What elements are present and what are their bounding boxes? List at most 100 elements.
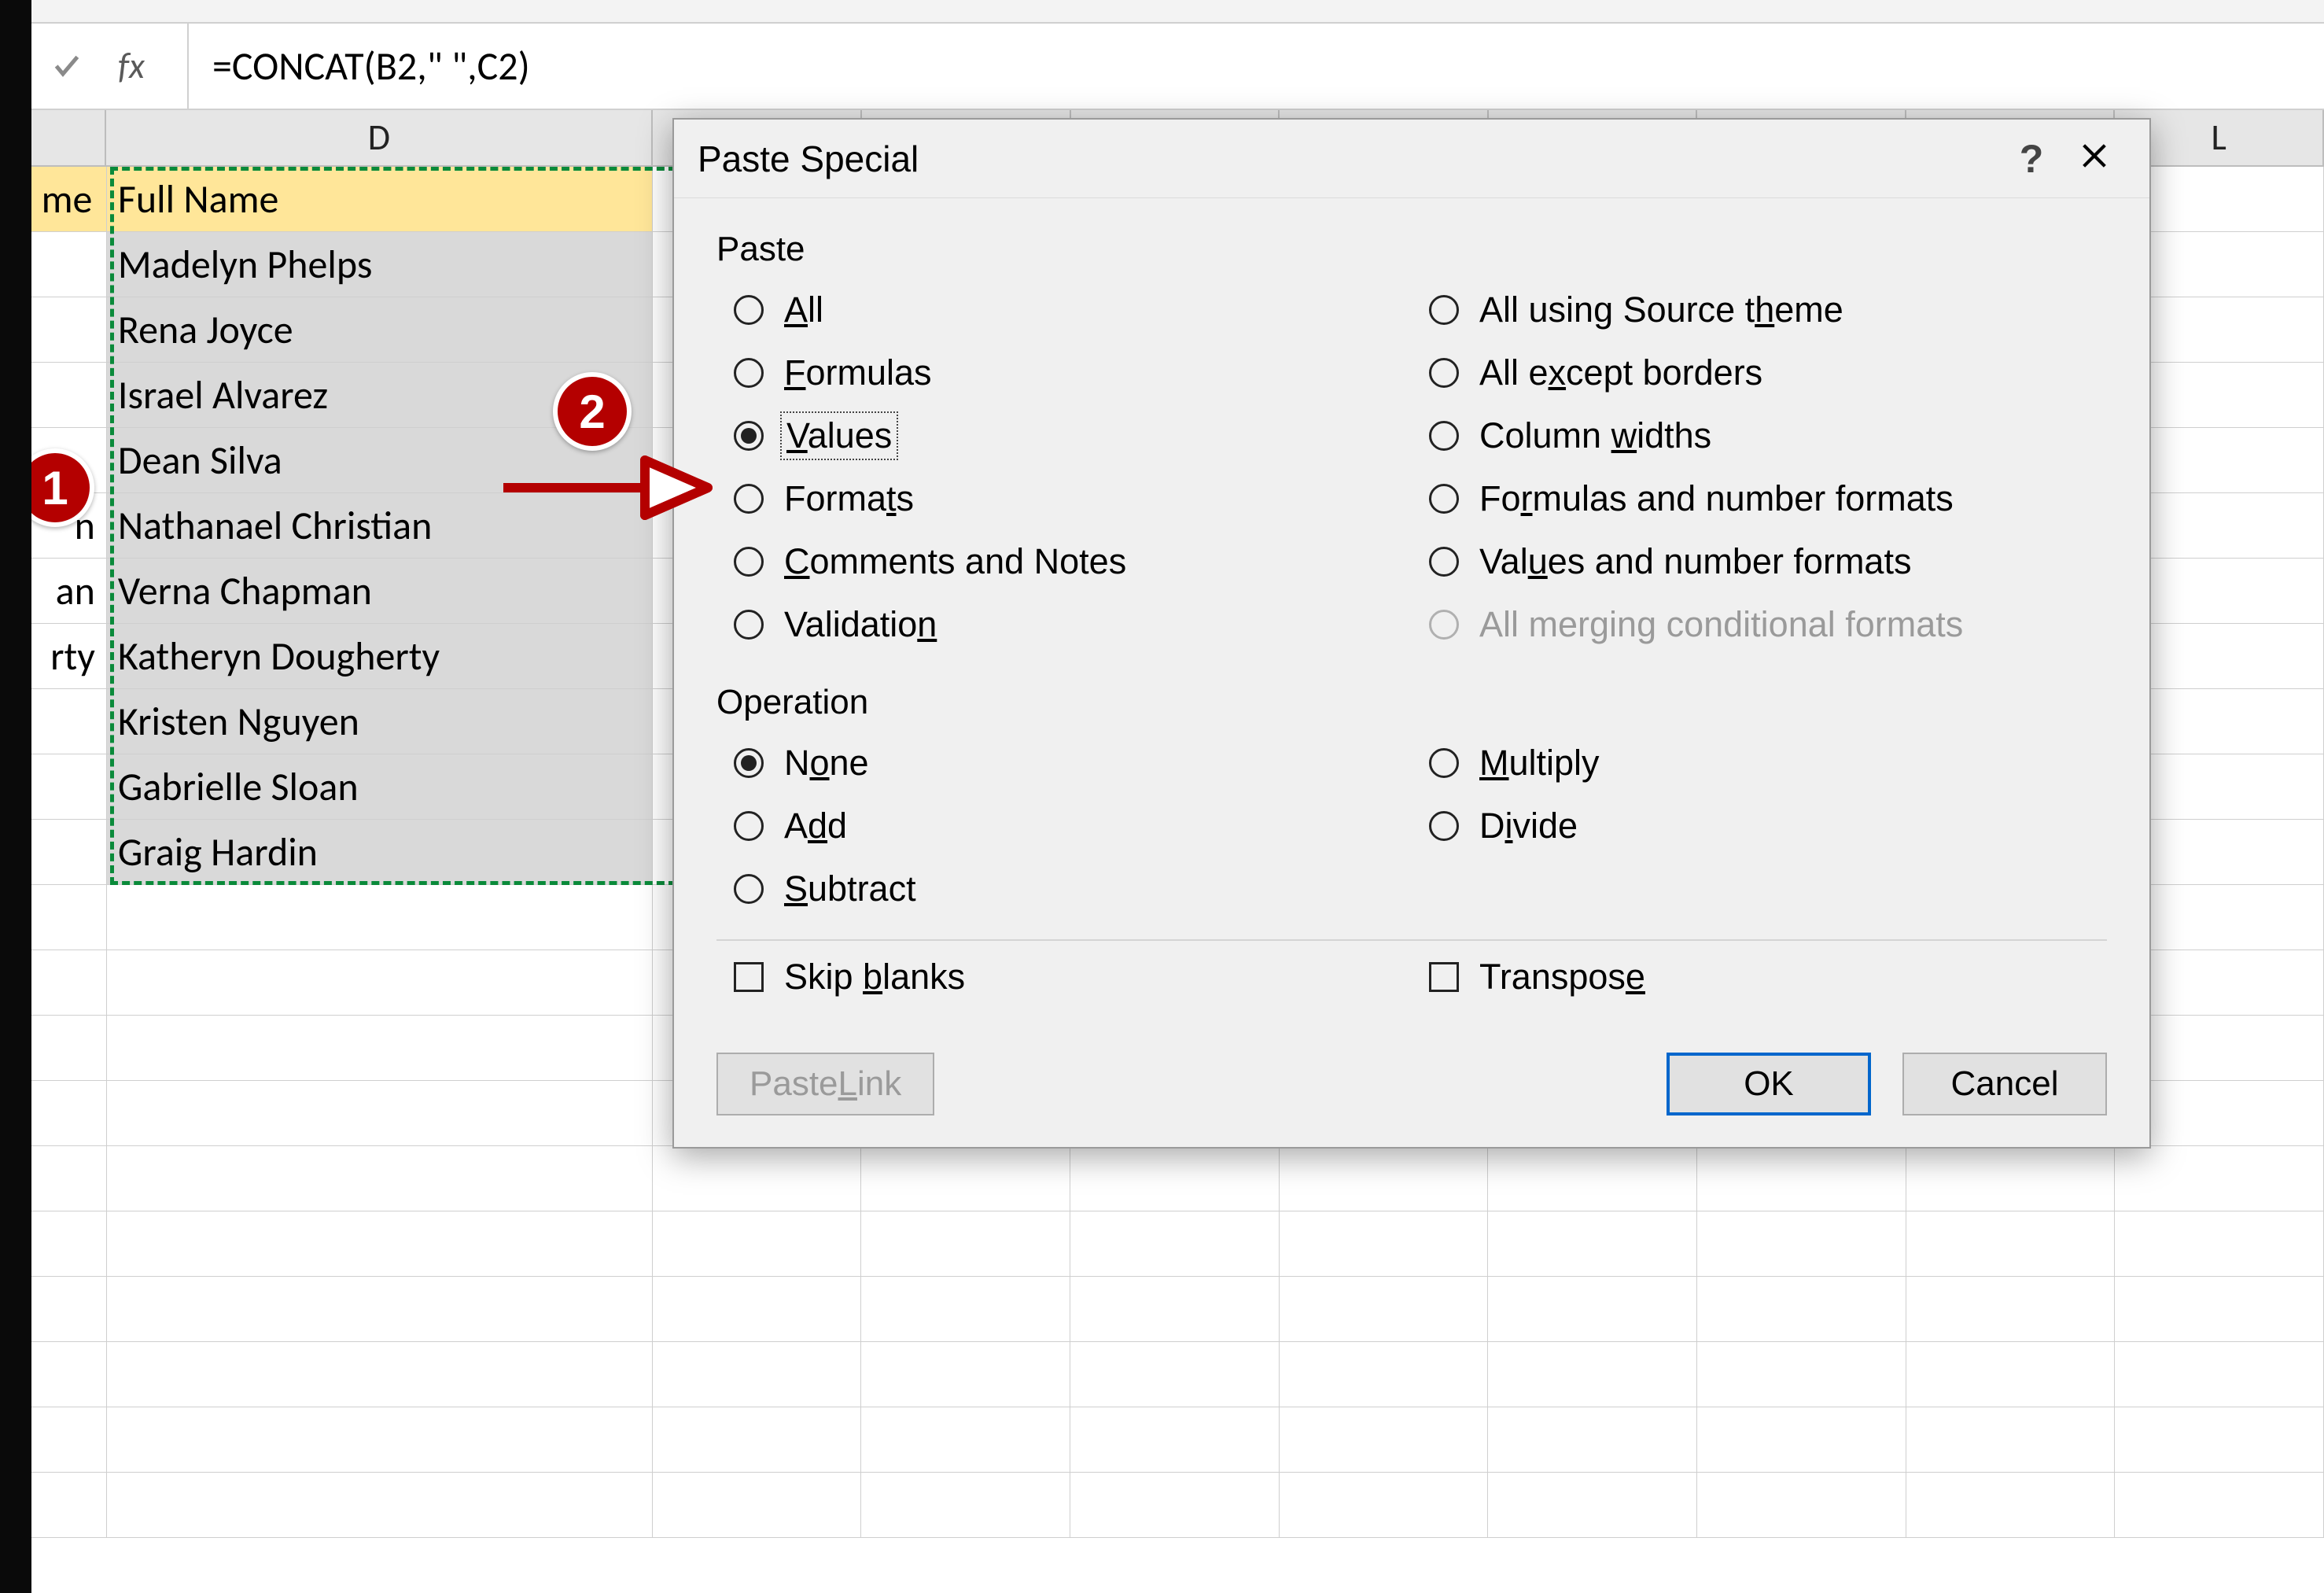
cell[interactable]: [1070, 1146, 1280, 1211]
cell[interactable]: [31, 1081, 107, 1145]
cell[interactable]: [31, 1342, 107, 1407]
cell[interactable]: [31, 950, 107, 1015]
cell[interactable]: [1280, 1342, 1489, 1407]
cell[interactable]: [1906, 1211, 2116, 1276]
cell[interactable]: [2115, 1407, 2324, 1472]
help-button[interactable]: ?: [2000, 136, 2063, 182]
cell[interactable]: [2115, 1146, 2324, 1211]
cell[interactable]: [107, 1277, 653, 1341]
cell[interactable]: [107, 1473, 653, 1537]
cell[interactable]: [31, 885, 107, 950]
column-header-c-fragment[interactable]: [31, 110, 107, 165]
cell-c-fragment[interactable]: [31, 754, 107, 819]
cell[interactable]: [653, 1277, 862, 1341]
cell-d[interactable]: Rena Joyce: [107, 297, 653, 362]
cell[interactable]: [1906, 1473, 2116, 1537]
radio-comments[interactable]: Comments and Notes: [734, 541, 1412, 582]
cell-d[interactable]: Madelyn Phelps: [107, 232, 653, 297]
cell[interactable]: [107, 885, 653, 950]
radio-all[interactable]: All: [734, 289, 1412, 330]
cell[interactable]: [1070, 1342, 1280, 1407]
radio-add[interactable]: Add: [734, 806, 1412, 846]
cell[interactable]: [1070, 1473, 1280, 1537]
cell[interactable]: [1488, 1277, 1697, 1341]
cell[interactable]: [1906, 1342, 2116, 1407]
cell[interactable]: [653, 1211, 862, 1276]
cell-c-fragment[interactable]: [31, 297, 107, 362]
cell-c-fragment[interactable]: an: [31, 559, 107, 623]
cell[interactable]: [1697, 1473, 1906, 1537]
cell[interactable]: [861, 1211, 1070, 1276]
cell[interactable]: [107, 1342, 653, 1407]
cell[interactable]: [1697, 1342, 1906, 1407]
cell[interactable]: [1697, 1407, 1906, 1472]
dialog-titlebar[interactable]: Paste Special ?: [674, 120, 2149, 198]
radio-except-borders[interactable]: All except borders: [1429, 352, 2107, 393]
transpose-checkbox[interactable]: Transpose: [1429, 957, 2107, 997]
cell[interactable]: [861, 1407, 1070, 1472]
cell-c-fragment[interactable]: [31, 820, 107, 884]
cell-c-fragment[interactable]: [31, 232, 107, 297]
cell[interactable]: [861, 1473, 1070, 1537]
radio-formulas-num[interactable]: Formulas and number formats: [1429, 478, 2107, 519]
cell[interactable]: [31, 1146, 107, 1211]
radio-values[interactable]: Values: [734, 415, 1412, 456]
cell[interactable]: [31, 1473, 107, 1537]
cell-d[interactable]: Graig Hardin: [107, 820, 653, 884]
close-button[interactable]: [2063, 138, 2126, 180]
cell-d[interactable]: Gabrielle Sloan: [107, 754, 653, 819]
cell-c-fragment[interactable]: [31, 363, 107, 427]
cell[interactable]: [1488, 1473, 1697, 1537]
cell[interactable]: [1488, 1211, 1697, 1276]
cell[interactable]: [107, 1016, 653, 1080]
cancel-button[interactable]: Cancel: [1902, 1053, 2107, 1115]
cell[interactable]: [1488, 1146, 1697, 1211]
cell[interactable]: [1280, 1473, 1489, 1537]
cell[interactable]: [31, 1407, 107, 1472]
radio-multiply[interactable]: Multiply: [1429, 743, 2107, 784]
cell[interactable]: [1070, 1211, 1280, 1276]
cell[interactable]: [861, 1146, 1070, 1211]
cell[interactable]: [653, 1342, 862, 1407]
radio-col-widths[interactable]: Column widths: [1429, 415, 2107, 456]
cell[interactable]: [1280, 1211, 1489, 1276]
cell[interactable]: [1070, 1407, 1280, 1472]
cell[interactable]: [861, 1342, 1070, 1407]
radio-source-theme[interactable]: All using Source theme: [1429, 289, 2107, 330]
cell[interactable]: [31, 1016, 107, 1080]
cell[interactable]: [2115, 1277, 2324, 1341]
cell[interactable]: [653, 1473, 862, 1537]
cell[interactable]: [1488, 1342, 1697, 1407]
cell[interactable]: [1906, 1146, 2116, 1211]
cell-d[interactable]: Kristen Nguyen: [107, 689, 653, 754]
formula-accept-icon[interactable]: [31, 50, 102, 82]
cell[interactable]: [653, 1407, 862, 1472]
cell[interactable]: [2115, 1342, 2324, 1407]
cell[interactable]: [1280, 1277, 1489, 1341]
cell-d[interactable]: Katheryn Dougherty: [107, 624, 653, 688]
cell[interactable]: [1906, 1277, 2116, 1341]
cell[interactable]: [2115, 1211, 2324, 1276]
skip-blanks-checkbox[interactable]: Skip blanks: [734, 957, 1412, 997]
radio-validation[interactable]: Validation: [734, 604, 1412, 645]
cell[interactable]: [1906, 1407, 2116, 1472]
cell[interactable]: [107, 950, 653, 1015]
radio-formulas[interactable]: Formulas: [734, 352, 1412, 393]
cell-c[interactable]: me: [31, 167, 107, 231]
cell[interactable]: [1697, 1277, 1906, 1341]
cell[interactable]: [1280, 1407, 1489, 1472]
fx-label[interactable]: fx: [102, 24, 189, 109]
cell[interactable]: [2115, 1473, 2324, 1537]
cell[interactable]: [31, 1277, 107, 1341]
radio-divide[interactable]: Divide: [1429, 806, 2107, 846]
cell[interactable]: [107, 1407, 653, 1472]
cell[interactable]: [1697, 1146, 1906, 1211]
cell-d-header[interactable]: Full Name: [107, 167, 653, 231]
cell[interactable]: [107, 1146, 653, 1211]
radio-subtract[interactable]: Subtract: [734, 868, 1412, 909]
column-header-d[interactable]: D: [106, 110, 653, 165]
formula-input[interactable]: [189, 24, 2324, 109]
cell[interactable]: [1488, 1407, 1697, 1472]
cell-c-fragment[interactable]: [31, 689, 107, 754]
cell[interactable]: [1697, 1211, 1906, 1276]
